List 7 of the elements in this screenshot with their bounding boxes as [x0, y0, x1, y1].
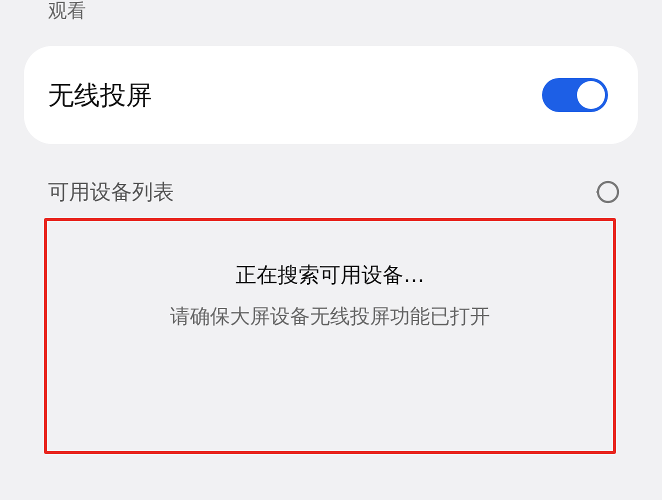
- section-title: 可用设备列表: [48, 179, 174, 206]
- hint-text: 请确保大屏设备无线投屏功能已打开: [170, 303, 490, 330]
- toggle-switch[interactable]: [542, 78, 608, 112]
- section-caption: 观看: [47, 0, 87, 22]
- setting-label: 无线投屏: [48, 80, 152, 112]
- searching-status: 正在搜索可用设备…: [236, 262, 424, 289]
- refresh-icon[interactable]: [594, 179, 620, 205]
